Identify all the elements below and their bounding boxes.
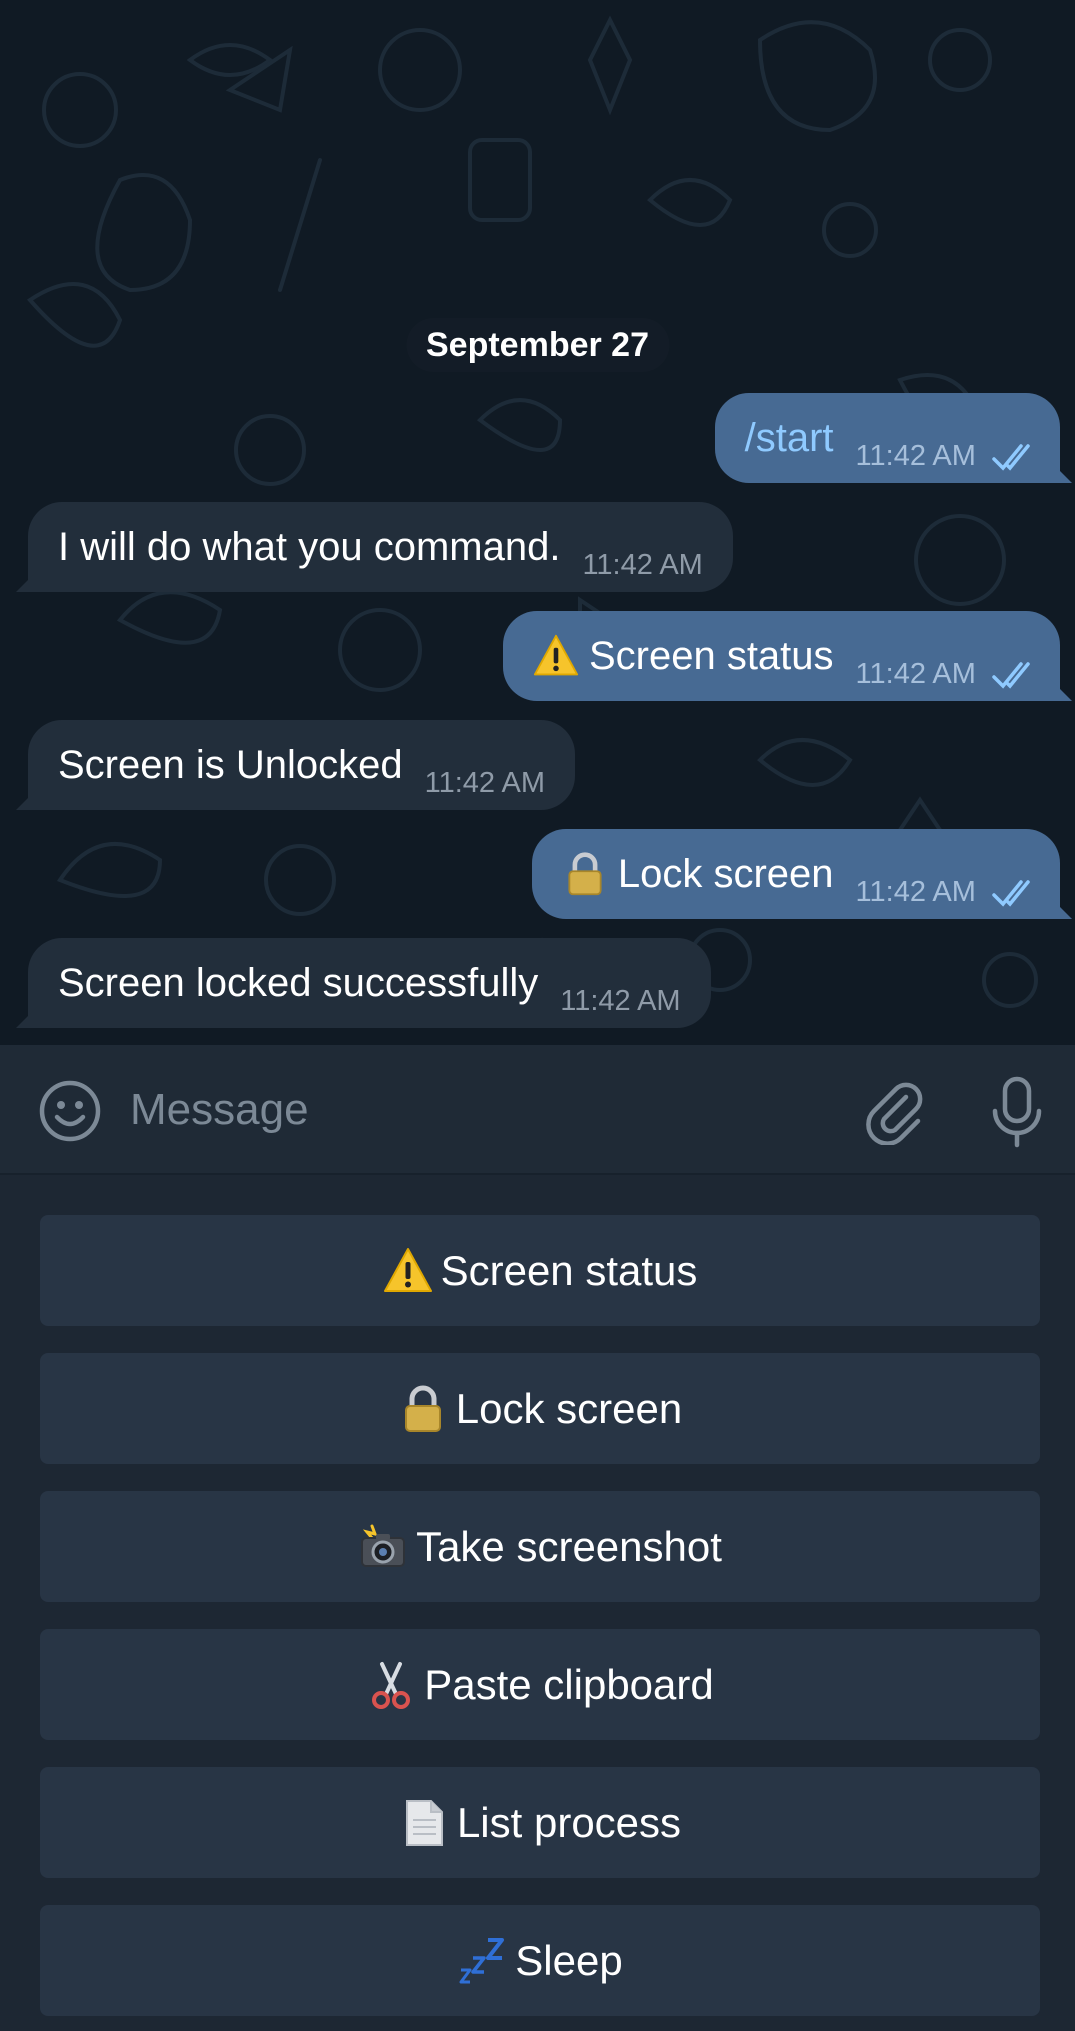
document-icon (405, 1799, 443, 1846)
date-chip: September 27 (406, 318, 669, 372)
keyboard-button-label: Lock screen (455, 1384, 683, 1432)
double-check-icon (992, 880, 1030, 907)
message-content: Screen status (533, 633, 834, 679)
keyboard-button-lock-screen[interactable]: Lock screen (40, 1353, 1040, 1464)
lock-icon (404, 1385, 441, 1432)
keyboard-button-paste-clipboard[interactable]: Paste clipboard (40, 1629, 1040, 1740)
warning-icon (533, 634, 579, 676)
paperclip-icon[interactable] (860, 1075, 930, 1145)
message-time: 11:42 AM (855, 657, 976, 690)
message-time: 11:42 AM (855, 875, 976, 908)
scissors-icon (372, 1661, 411, 1709)
message-text[interactable]: /start (745, 416, 834, 461)
double-check-icon (992, 444, 1030, 471)
outgoing-message[interactable]: Lock screen 11:42 AM (531, 829, 1060, 919)
microphone-icon[interactable] (985, 1075, 1049, 1149)
message-time: 11:42 AM (855, 439, 976, 472)
message-time-row: 11:42 AM (856, 876, 1060, 909)
keyboard-button-label: Screen status (440, 1246, 698, 1294)
chat-area[interactable]: September 27 /start 11:42 AM I will do w… (0, 0, 1075, 1045)
camera-flash-icon (361, 1524, 406, 1567)
message-content: Lock screen (562, 851, 834, 897)
message-time: 11:42 AM (560, 984, 681, 1017)
message-time-row: 11:42 AM (856, 440, 1060, 473)
keyboard-button-screen-status[interactable]: Screen status (40, 1215, 1040, 1326)
keyboard-button-label: List process (456, 1798, 682, 1846)
incoming-message[interactable]: Screen is Unlocked 11:42 AM (28, 720, 575, 810)
message-text: Screen status (588, 633, 834, 678)
smile-icon[interactable] (38, 1079, 102, 1143)
message-text: Screen is Unlocked (58, 742, 403, 787)
bot-reply-keyboard: Screen status Lock screen Take screensho… (0, 1175, 1075, 2031)
outgoing-message[interactable]: /start 11:42 AM (714, 393, 1060, 483)
message-time: 11:42 AM (582, 548, 703, 581)
keyboard-button-label: Take screenshot (416, 1522, 722, 1570)
message-time: 11:42 AM (424, 766, 545, 799)
message-composer (0, 1045, 1075, 1175)
keyboard-button-label: Sleep (515, 1936, 623, 1984)
keyboard-button-take-screenshot[interactable]: Take screenshot (40, 1491, 1040, 1602)
outgoing-message[interactable]: Screen status 11:42 AM (502, 611, 1060, 701)
message-text: Screen locked successfully (58, 960, 539, 1005)
message-text: I will do what you command. (58, 524, 561, 569)
incoming-message[interactable]: Screen locked successfully 11:42 AM (28, 938, 711, 1028)
keyboard-button-sleep[interactable]: Sleep (40, 1905, 1040, 2016)
warning-icon (383, 1247, 432, 1292)
incoming-message[interactable]: I will do what you command. 11:42 AM (28, 502, 733, 592)
keyboard-button-list-process[interactable]: List process (40, 1767, 1040, 1878)
keyboard-button-label: Paste clipboard (424, 1660, 714, 1708)
zzz-icon (459, 1937, 505, 1983)
message-time-row: 11:42 AM (856, 658, 1060, 691)
lock-icon (568, 852, 602, 896)
double-check-icon (992, 662, 1030, 689)
message-text: Lock screen (617, 851, 834, 896)
message-input[interactable] (130, 1073, 810, 1147)
